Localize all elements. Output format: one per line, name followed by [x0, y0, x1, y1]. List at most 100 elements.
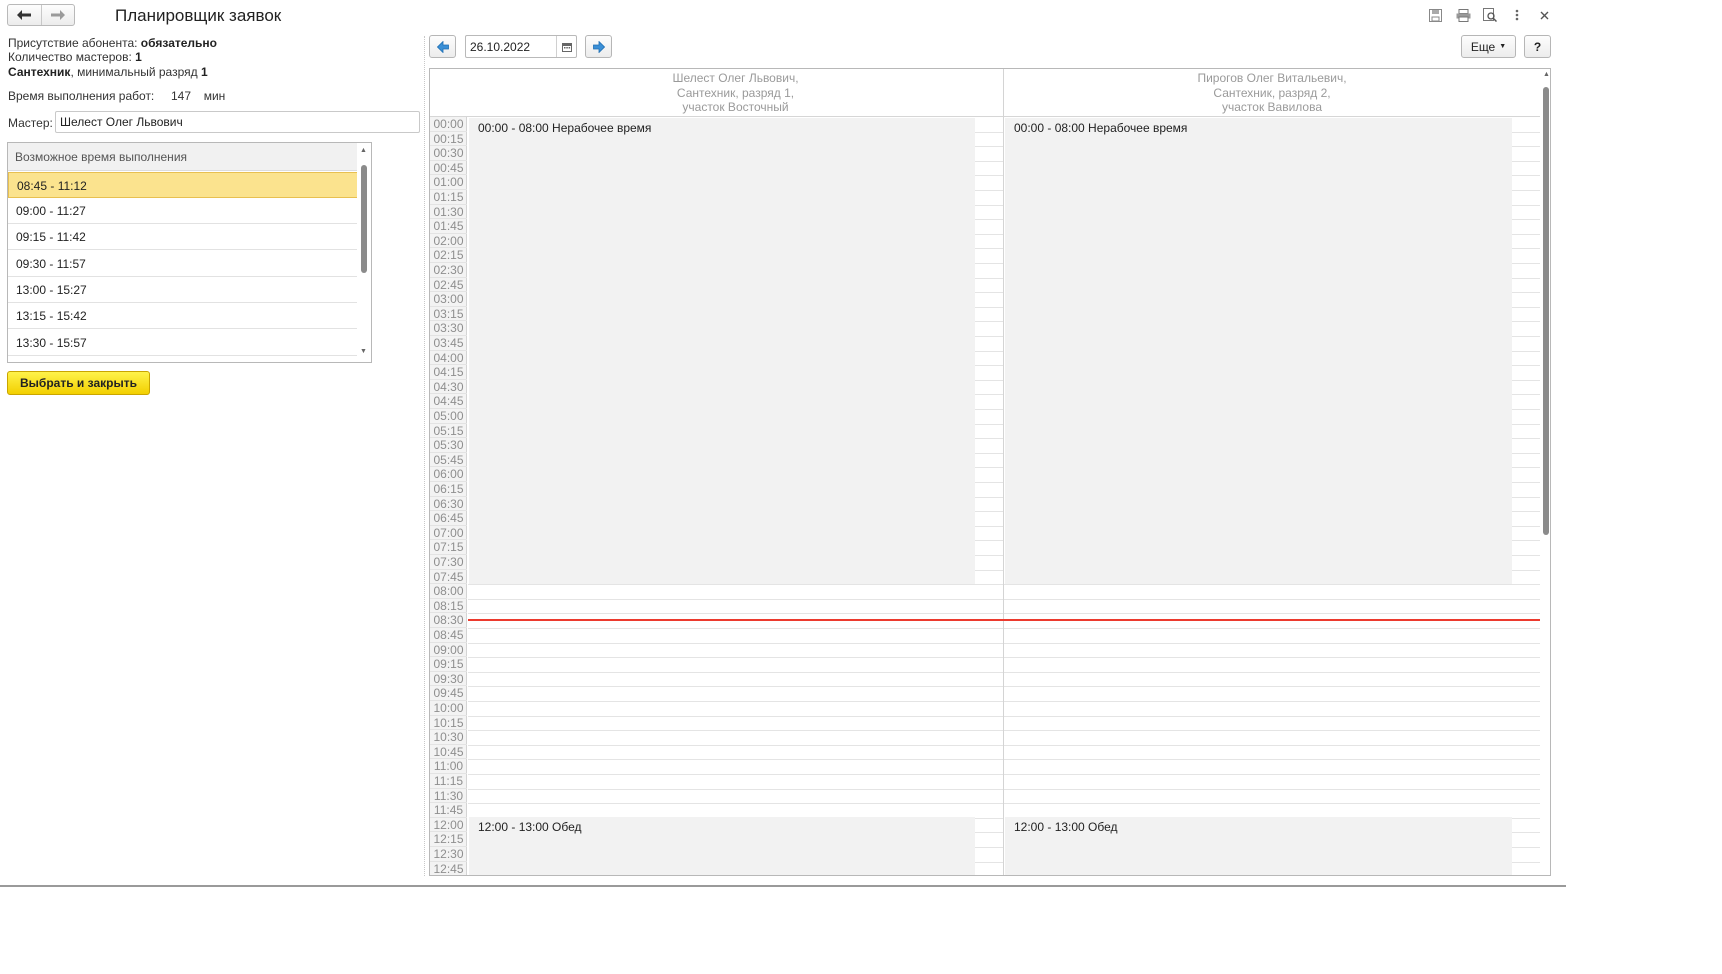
time-slot-row[interactable]: 13:00 - 15:27 [8, 277, 359, 303]
time-label: 03:45 [430, 336, 467, 351]
slot-tick [1512, 336, 1540, 337]
slot-tick [975, 146, 1003, 148]
scroll-down-icon[interactable]: ▼ [360, 348, 367, 355]
next-day-button[interactable] [585, 35, 612, 58]
time-label: 11:00 [430, 759, 467, 774]
time-label: 08:15 [430, 599, 467, 614]
time-label: 01:00 [430, 175, 467, 190]
calendar-icon[interactable] [556, 36, 576, 57]
slot-line [468, 584, 1540, 586]
non-working-time-block[interactable] [1005, 118, 1512, 584]
time-label: 03:30 [430, 321, 467, 336]
help-button[interactable]: ? [1524, 35, 1551, 58]
back-button[interactable] [8, 5, 41, 25]
panel-divider [424, 36, 425, 876]
page-title: Планировщик заявок [115, 6, 282, 25]
scheduler-scrollbar[interactable]: ▲ [1540, 69, 1550, 875]
slot-tick [975, 175, 1003, 177]
time-label: 11:45 [430, 803, 467, 818]
master-field[interactable]: Шелест Олег Львович [55, 111, 420, 133]
slot-line [468, 657, 1540, 659]
time-label: 03:00 [430, 292, 467, 307]
scroll-up-icon[interactable]: ▲ [360, 147, 367, 154]
slot-tick [1512, 233, 1540, 235]
slot-line [468, 774, 1540, 775]
date-field[interactable]: 26.10.2022 [465, 35, 577, 58]
times-list-header: Возможное время выполнения [8, 143, 359, 171]
column-header-master-1: Шелест Олег Львович, Сантехник, разряд 1… [467, 69, 1004, 117]
column-header-master-2: Пирогов Олег Витальевич, Сантехник, разр… [1004, 69, 1540, 117]
history-nav [7, 4, 75, 26]
slot-tick [975, 525, 1003, 527]
time-slot-row[interactable]: 08:45 - 11:12 [8, 172, 359, 198]
scroll-thumb[interactable] [1543, 87, 1549, 535]
slot-tick [975, 555, 1003, 556]
scroll-thumb[interactable] [361, 165, 367, 273]
preview-icon[interactable] [1482, 7, 1498, 23]
time-label: 05:15 [430, 424, 467, 439]
slot-tick [975, 321, 1003, 323]
slot-tick [1512, 496, 1540, 498]
slot-line [468, 598, 1540, 600]
work-time-unit: мин [203, 89, 226, 103]
slot-tick [1512, 263, 1540, 264]
time-label: 12:15 [430, 832, 467, 847]
time-slot-row[interactable]: 13:15 - 15:42 [8, 303, 359, 329]
arrow-left-icon [17, 10, 32, 20]
scheduler-grid[interactable]: Шелест Олег Львович, Сантехник, разряд 1… [429, 68, 1551, 876]
slot-line [468, 803, 1540, 805]
current-time-line [468, 619, 1540, 621]
slot-tick [1512, 204, 1540, 206]
close-icon[interactable] [1536, 7, 1552, 23]
slot-tick [1512, 452, 1540, 454]
slot-tick [975, 423, 1003, 425]
slot-tick [975, 350, 1003, 352]
save-icon[interactable] [1427, 7, 1443, 23]
slot-tick [1512, 394, 1540, 396]
slot-tick [975, 482, 1003, 483]
slot-tick [975, 569, 1003, 571]
slot-tick [975, 496, 1003, 498]
slot-line [468, 613, 1540, 615]
time-label: 08:00 [430, 584, 467, 599]
slot-tick [975, 817, 1003, 819]
time-slot-row[interactable]: 13:30 - 15:57 [8, 330, 359, 356]
master-label: Мастер: [8, 116, 53, 130]
time-label: 02:45 [430, 278, 467, 293]
slot-tick [1512, 175, 1540, 177]
times-scrollbar[interactable]: ▲ ▼ [357, 143, 371, 362]
slot-tick [975, 394, 1003, 396]
time-label: 10:45 [430, 745, 467, 760]
slot-tick [1512, 131, 1540, 133]
forward-button[interactable] [40, 5, 75, 25]
print-icon[interactable] [1455, 7, 1471, 23]
more-vertical-icon[interactable] [1509, 7, 1525, 23]
available-times-list[interactable]: Возможное время выполнения 08:45 - 11:12… [7, 142, 372, 363]
time-label: 00:00 [430, 117, 467, 132]
time-label: 06:00 [430, 467, 467, 482]
time-label: 04:15 [430, 365, 467, 380]
slot-line [468, 730, 1540, 732]
slot-tick [1512, 379, 1540, 381]
time-slot-row[interactable]: 09:00 - 11:27 [8, 198, 359, 224]
non-working-time-block[interactable] [469, 118, 975, 584]
scroll-up-icon[interactable]: ▲ [1543, 71, 1550, 78]
time-label: 06:45 [430, 511, 467, 526]
slot-tick [1512, 409, 1540, 410]
slot-tick [1512, 350, 1540, 352]
select-and-close-button[interactable]: Выбрать и закрыть [7, 371, 150, 395]
time-label: 03:15 [430, 307, 467, 322]
time-slot-row[interactable]: 09:15 - 11:42 [8, 224, 359, 250]
slot-tick [1512, 511, 1540, 513]
time-column-header [430, 69, 467, 117]
slot-tick [975, 540, 1003, 542]
slot-tick [1512, 248, 1540, 250]
slot-tick [975, 847, 1003, 848]
slot-tick [1512, 292, 1540, 294]
prev-day-button[interactable] [429, 35, 456, 58]
more-button[interactable]: Еще ▼ [1461, 35, 1516, 58]
time-slot-row[interactable]: 09:30 - 11:57 [8, 251, 359, 277]
slot-tick [1512, 817, 1540, 819]
time-label: 09:15 [430, 657, 467, 672]
slot-tick [975, 379, 1003, 381]
